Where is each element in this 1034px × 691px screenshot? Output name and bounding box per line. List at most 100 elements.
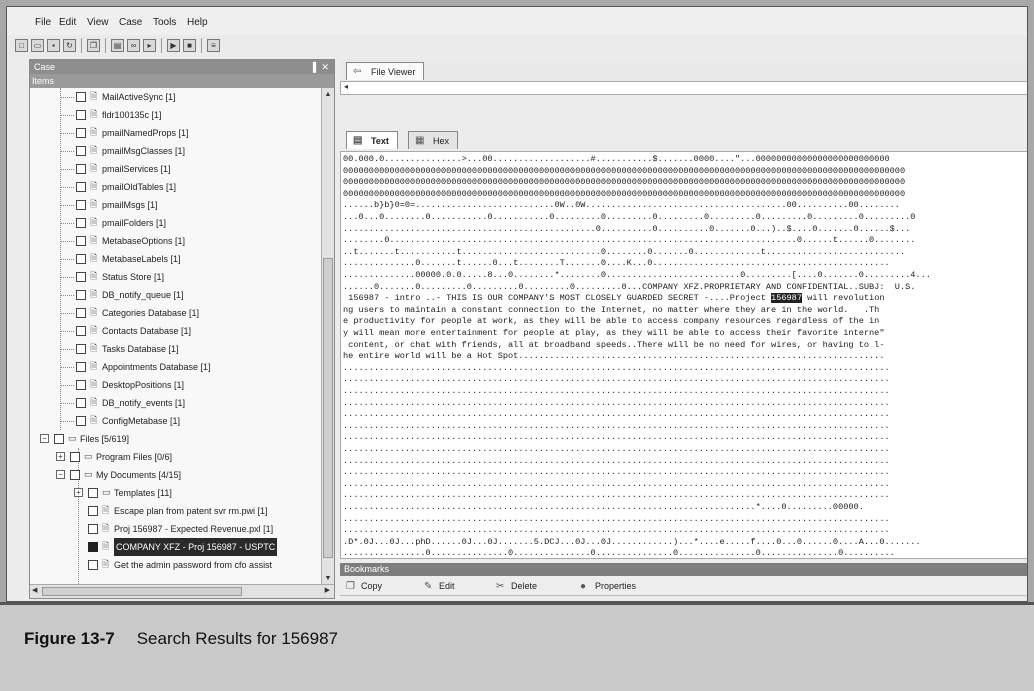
checkbox[interactable] xyxy=(76,362,86,372)
tree-item[interactable]: 🗎 Appointments Database [1] xyxy=(30,358,322,376)
tree-item[interactable]: 🗎 pmailServices [1] xyxy=(30,160,322,178)
tab-file-viewer[interactable]: ⇦ File Viewer xyxy=(346,62,425,80)
tab-text[interactable]: ▤ Text xyxy=(346,131,398,149)
vertical-scrollbar[interactable]: ▲ ▼ xyxy=(321,88,334,585)
tab-hex[interactable]: ▦ Hex xyxy=(408,131,459,149)
checkbox[interactable] xyxy=(76,92,86,102)
tree-folder-program-files[interactable]: + ▭ Program Files [0/6] xyxy=(30,448,322,466)
checkbox[interactable] xyxy=(76,308,86,318)
properties-button[interactable]: ● Properties xyxy=(580,579,636,594)
expand-icon[interactable]: + xyxy=(56,452,65,461)
checkbox[interactable] xyxy=(76,272,86,282)
menu-file[interactable]: File xyxy=(35,17,51,28)
tree-item[interactable]: 🗎 pmailMsgClasses [1] xyxy=(30,142,322,160)
delete-button[interactable]: ✂ Delete xyxy=(496,579,537,594)
tree-item-selected[interactable]: 🗎 COMPANY XFZ - Proj 156987 - USPTC xyxy=(30,538,322,556)
text-icon: ▤ xyxy=(353,135,363,146)
collapse-icon[interactable]: − xyxy=(56,470,65,479)
scroll-down-icon[interactable]: ▼ xyxy=(323,573,333,584)
tree-item[interactable]: 🗎 DB_notify_queue [1] xyxy=(30,286,322,304)
checkbox[interactable] xyxy=(88,542,98,552)
tree-item[interactable]: 🗎 pmailMsgs [1] xyxy=(30,196,322,214)
menu-edit[interactable]: Edit xyxy=(59,17,76,28)
copy-icon[interactable]: ❐ xyxy=(87,39,100,52)
checkbox[interactable] xyxy=(76,128,86,138)
copy-button[interactable]: ❐ Copy xyxy=(346,579,382,594)
checkbox[interactable] xyxy=(76,146,86,156)
tree-item[interactable]: 🗎 Escape plan from patent svr rm.pwi [1] xyxy=(30,502,322,520)
checkbox[interactable] xyxy=(76,164,86,174)
tree-item[interactable]: 🗎 DB_notify_events [1] xyxy=(30,394,322,412)
tree-item[interactable]: 🗎 fldr100135c [1] xyxy=(30,106,322,124)
checkbox[interactable] xyxy=(76,254,86,264)
checkbox[interactable] xyxy=(88,560,98,570)
scroll-right-icon[interactable]: ▶ xyxy=(325,586,330,594)
text-viewer[interactable]: 00.000.0...............>...00...........… xyxy=(340,151,1027,559)
checkbox[interactable] xyxy=(76,290,86,300)
menu-view[interactable]: View xyxy=(87,17,109,28)
tree-item[interactable]: 🗎 Proj 156987 - Expected Revenue.pxl [1] xyxy=(30,520,322,538)
tree-item[interactable]: 🗎 MailActiveSync [1] xyxy=(30,88,322,106)
scroll-left-icon[interactable]: ◀ xyxy=(32,586,37,594)
pin-icon[interactable]: ▐ xyxy=(310,60,316,74)
checkbox[interactable] xyxy=(76,182,86,192)
checkbox[interactable] xyxy=(76,398,86,408)
checkbox[interactable] xyxy=(76,416,86,426)
checkbox[interactable] xyxy=(76,218,86,228)
menu-tools[interactable]: Tools xyxy=(153,17,176,28)
horizontal-scrollbar[interactable]: ◀ ▶ xyxy=(30,584,334,598)
button-label: Delete xyxy=(511,581,538,591)
tree-item[interactable]: 🗎 MetabaseLabels [1] xyxy=(30,250,322,268)
tree-item[interactable]: 🗎 Get the admin password from cfo assist xyxy=(30,556,322,574)
tree-item[interactable]: 🗎 Categories Database [1] xyxy=(30,304,322,322)
scrollbar-thumb[interactable] xyxy=(42,587,242,596)
print-icon[interactable]: ▤ xyxy=(111,39,124,52)
folder-icon: ▭ xyxy=(68,433,77,443)
tree-item[interactable]: 🗎 pmailNamedProps [1] xyxy=(30,124,322,142)
checkbox[interactable] xyxy=(76,326,86,336)
checkbox[interactable] xyxy=(76,200,86,210)
tree-folder-my-documents[interactable]: − ▭ My Documents [4/15] xyxy=(30,466,322,484)
scroll-left-icon[interactable]: ◂ xyxy=(344,82,348,91)
tree-item[interactable]: 🗎 ConfigMetabase [1] xyxy=(30,412,322,430)
filter-icon[interactable]: ▸ xyxy=(143,39,156,52)
checkbox[interactable] xyxy=(88,488,98,498)
scrollbar-thumb[interactable] xyxy=(323,258,333,558)
edit-button[interactable]: ✎ Edit xyxy=(424,579,455,594)
checkbox[interactable] xyxy=(76,236,86,246)
checkbox[interactable] xyxy=(70,452,80,462)
scroll-up-icon[interactable]: ▲ xyxy=(323,89,333,100)
menu-help[interactable]: Help xyxy=(187,17,208,28)
close-icon[interactable]: ✕ xyxy=(321,60,329,74)
save-icon[interactable]: ▪ xyxy=(47,39,60,52)
binoculars-icon[interactable]: ∞ xyxy=(127,39,140,52)
tree-folder-files[interactable]: − ▭ Files [5/619] xyxy=(30,430,322,448)
stop-icon[interactable]: ■ xyxy=(183,39,196,52)
checkbox[interactable] xyxy=(76,344,86,354)
tree-item[interactable]: 🗎 Contacts Database [1] xyxy=(30,322,322,340)
refresh-icon[interactable]: ↻ xyxy=(63,39,76,52)
tree-item[interactable]: 🗎 pmailFolders [1] xyxy=(30,214,322,232)
checkbox[interactable] xyxy=(70,470,80,480)
open-icon[interactable]: ▭ xyxy=(31,39,44,52)
tree-item[interactable]: 🗎 DesktopPositions [1] xyxy=(30,376,322,394)
report-icon[interactable]: ≡ xyxy=(207,39,220,52)
tree-folder-templates[interactable]: + ▭ Templates [11] xyxy=(30,484,322,502)
tree-item[interactable]: 🗎 Status Store [1] xyxy=(30,268,322,286)
items-column-header[interactable]: Items xyxy=(30,74,334,88)
tab-label: Text xyxy=(371,136,389,146)
checkbox[interactable] xyxy=(76,110,86,120)
menu-case[interactable]: Case xyxy=(119,17,142,28)
expand-icon[interactable]: + xyxy=(74,488,83,497)
checkbox[interactable] xyxy=(88,506,98,516)
tree-item[interactable]: 🗎 Tasks Database [1] xyxy=(30,340,322,358)
checkbox[interactable] xyxy=(76,380,86,390)
text-line: ........................................… xyxy=(343,444,890,454)
collapse-icon[interactable]: − xyxy=(40,434,49,443)
checkbox[interactable] xyxy=(54,434,64,444)
checkbox[interactable] xyxy=(88,524,98,534)
new-icon[interactable]: □ xyxy=(15,39,28,52)
tree-item[interactable]: 🗎 pmailOldTables [1] xyxy=(30,178,322,196)
forward-icon[interactable]: ▶ xyxy=(167,39,180,52)
tree-item[interactable]: 🗎 MetabaseOptions [1] xyxy=(30,232,322,250)
